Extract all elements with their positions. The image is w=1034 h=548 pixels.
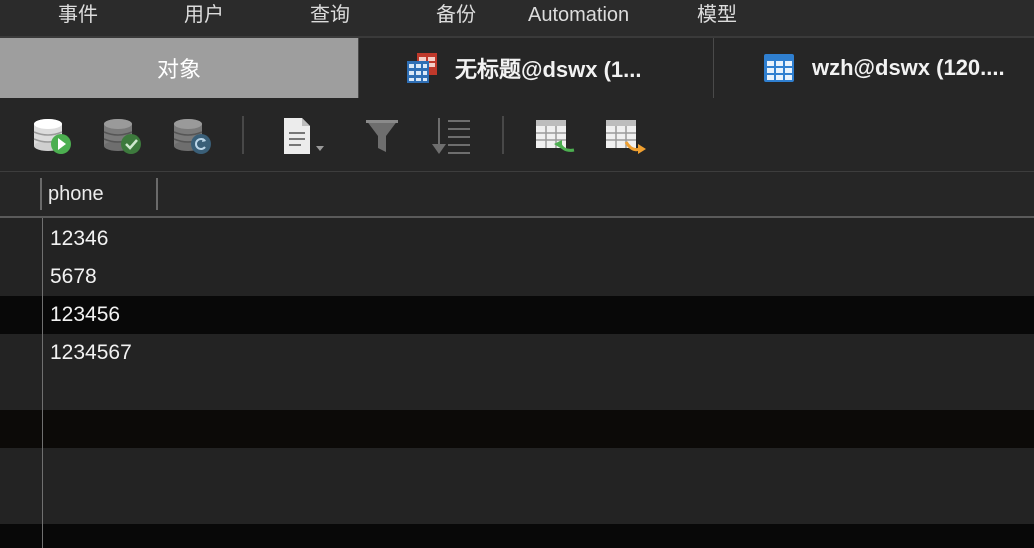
filter-icon[interactable] [360,116,404,156]
data-grid: phone 12346 5678 123456 1234567 [0,172,1034,548]
query-table-icon [407,53,437,83]
tab-wzh-table[interactable]: wzh@dswx (120.... [713,38,1034,98]
tab-bar: 对象 无标题@dswx (1... wzh@dswx (120.... [0,36,1034,98]
toolbar [0,98,1034,172]
grid-header: phone [0,172,1034,218]
column-resize-handle[interactable] [156,178,158,210]
menu-item-backup[interactable]: 备份 [436,0,476,30]
sort-icon[interactable] [430,116,474,156]
table-row[interactable]: 1234567 [0,334,1034,372]
menu-item-events[interactable]: 事件 [58,0,98,30]
export-table-icon[interactable] [604,116,648,156]
table-row[interactable]: 5678 [0,258,1034,296]
menu-item-automation[interactable]: Automation [528,0,629,30]
row-gutter-divider [42,218,43,548]
tab-objects[interactable]: 对象 [0,38,358,98]
import-table-icon[interactable] [534,116,578,156]
column-resize-handle[interactable] [40,178,42,210]
menu-item-users[interactable]: 用户 [184,0,224,30]
column-header-phone[interactable]: phone [48,172,104,216]
toolbar-separator [242,116,244,154]
cell-phone[interactable]: 123456 [50,296,120,334]
empty-row [0,486,1034,524]
tab-label: 对象 [156,57,201,82]
cell-phone[interactable]: 5678 [50,258,97,296]
empty-row [0,372,1034,410]
empty-row [0,410,1034,448]
tab-label: wzh@dswx (120.... [812,55,1005,80]
database-check-icon[interactable] [100,116,144,156]
table-row[interactable]: 123456 [0,296,1034,334]
toolbar-separator [502,116,504,154]
table-icon [764,54,794,82]
menu-item-model[interactable]: 模型 [697,0,737,30]
table-row[interactable]: 12346 [0,220,1034,258]
cell-phone[interactable]: 1234567 [50,334,132,372]
document-dropdown-icon[interactable] [280,116,324,156]
database-run-icon[interactable] [30,116,74,156]
empty-row [0,448,1034,486]
tab-untitled-query[interactable]: 无标题@dswx (1... [358,38,713,98]
database-refresh-icon[interactable] [170,116,214,156]
menu-item-query[interactable]: 查询 [310,0,350,30]
menu-bar: 事件 用户 查询 备份 Automation 模型 [0,0,1034,36]
empty-row [0,524,1034,548]
tab-label: 无标题@dswx (1... [455,57,642,82]
cell-phone[interactable]: 12346 [50,220,108,258]
